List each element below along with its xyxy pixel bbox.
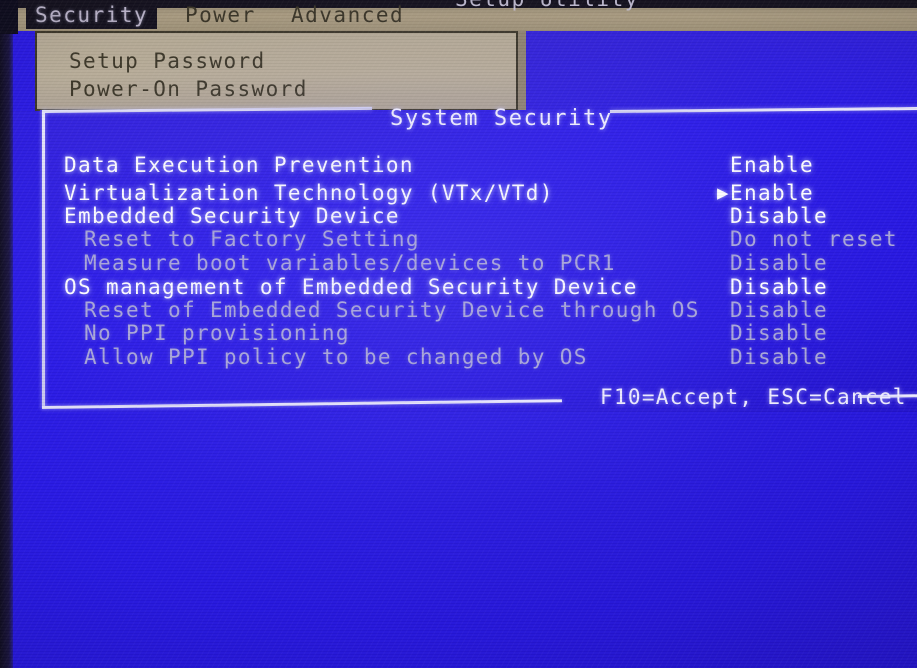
security-option-value[interactable]: Disable [730, 346, 828, 369]
security-option-label: Virtualization Technology (VTx/VTd) [64, 181, 554, 205]
security-option-label: Embedded Security Device [64, 204, 400, 228]
window-title: Setup Utility [455, 0, 639, 11]
security-option-row[interactable]: Virtualization Technology (VTx/VTd) ▶ Enab… [40, 182, 917, 205]
security-option-row[interactable]: Embedded Security Device Disable [40, 205, 917, 228]
panel-gutter-right [518, 31, 526, 111]
security-option-value[interactable]: Disable [730, 299, 828, 322]
screen-bezel-left-top [0, 0, 18, 34]
desktop-block-right [526, 31, 917, 111]
selection-arrow-icon: ▶ [717, 182, 729, 204]
security-option-value[interactable]: Disable [730, 276, 828, 299]
screen-bezel-left [0, 34, 13, 668]
security-option-label: Reset to Factory Setting [84, 227, 420, 251]
security-option-row[interactable]: Measure boot variables/devices to PCR1 Di… [40, 252, 917, 275]
system-security-dialog: System Security Data Execution Preventio… [40, 106, 917, 412]
bios-screen: Setup Utility Security Power Advanced Setu… [0, 0, 917, 668]
security-option-row[interactable]: Data Execution Prevention Enable [40, 154, 917, 177]
security-option-label: OS management of Embedded Security Devic… [64, 275, 638, 299]
security-option-label: Data Execution Prevention [64, 153, 414, 177]
security-option-list: Data Execution Prevention Enable Virtualiz… [40, 110, 917, 412]
security-page-panel: Setup Password Power-On Password [35, 31, 518, 111]
security-option-row[interactable]: Allow PPI policy to be changed by OS Disa… [40, 346, 917, 369]
menu-tab-advanced[interactable]: Advanced [291, 2, 404, 29]
security-option-label: Reset of Embedded Security Device throug… [84, 298, 700, 322]
security-option-row[interactable]: OS management of Embedded Security Devic… [40, 276, 917, 299]
security-option-label: Allow PPI policy to be changed by OS [84, 345, 588, 369]
security-option-label: Measure boot variables/devices to PCR1 [84, 251, 616, 275]
security-option-value[interactable]: Disable [730, 252, 828, 275]
security-option-value[interactable]: Enable [730, 154, 814, 177]
security-option-value[interactable]: Do not reset [730, 228, 898, 251]
menu-tab-security[interactable]: Security [26, 2, 158, 29]
security-option-value[interactable]: Disable [730, 205, 828, 228]
security-option-value[interactable]: Disable [730, 322, 828, 345]
dialog-title: System Security [390, 106, 613, 131]
security-option-label: No PPI provisioning [84, 321, 350, 345]
security-option-row[interactable]: No PPI provisioning Disable [40, 322, 917, 345]
security-page-item[interactable]: Power-On Password [69, 77, 308, 101]
security-option-row[interactable]: Reset to Factory Setting Do not reset [40, 228, 917, 251]
security-page-item[interactable]: Setup Password [69, 49, 266, 73]
security-option-value[interactable]: Enable [730, 182, 814, 205]
menu-tab-power[interactable]: Power [185, 2, 256, 29]
dialog-footer-hint: F10=Accept, ESC=Cancel [600, 385, 907, 409]
security-option-row[interactable]: Reset of Embedded Security Device throug… [40, 299, 917, 322]
desktop-sliver-left [13, 31, 35, 111]
